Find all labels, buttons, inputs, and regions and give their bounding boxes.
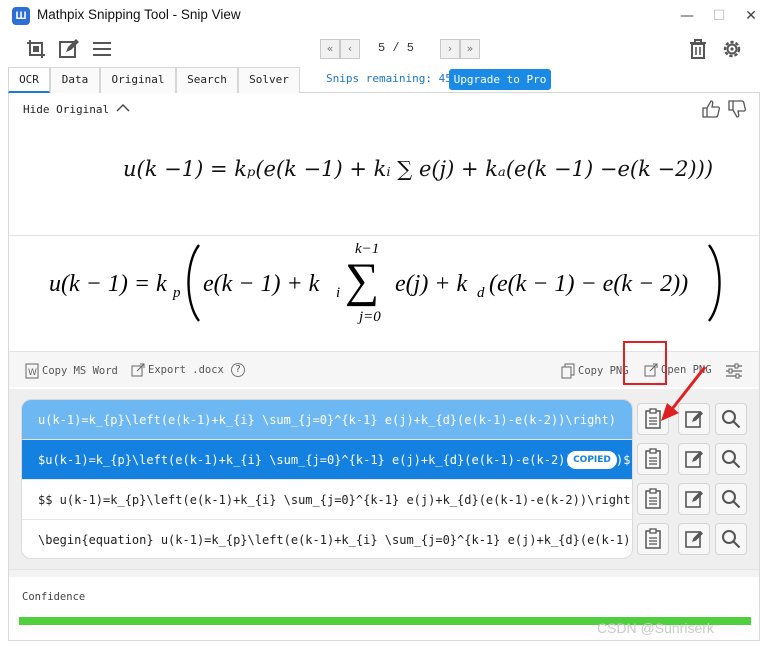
tab-ocr[interactable]: OCR bbox=[8, 67, 50, 93]
formula-inner1: e(k − 1) + k bbox=[203, 271, 320, 297]
watermark: CSDN @Sunriserk bbox=[597, 620, 714, 636]
copy-ms-word-button[interactable]: W Copy MS Word bbox=[25, 363, 118, 379]
search-button[interactable] bbox=[715, 523, 747, 555]
search-icon bbox=[722, 530, 741, 549]
help-icon[interactable]: ? bbox=[231, 363, 245, 377]
edit-result-button[interactable] bbox=[678, 483, 710, 515]
toolbar: « ‹ 5 / 5 › » bbox=[0, 32, 768, 66]
maximize-button[interactable]: ☐ bbox=[704, 4, 734, 28]
result-row-display-math[interactable]: $$ u(k-1)=k_{p}\left(e(k-1)+k_{i} \sum_{… bbox=[22, 480, 632, 520]
result-text: $u(k-1)=k_{p}\left(e(k-1)+k_{i} \sum_{j=… bbox=[38, 453, 631, 467]
sum-symbol: ∑ bbox=[345, 254, 380, 307]
export-docx-button[interactable]: Export .docx bbox=[131, 363, 224, 377]
formula-lhs: u(k − 1) = k bbox=[49, 271, 167, 297]
export-docx-label: Export .docx bbox=[148, 364, 224, 376]
tab-data[interactable]: Data bbox=[50, 67, 100, 93]
clipboard-icon bbox=[645, 448, 661, 469]
edit-icon bbox=[685, 491, 703, 508]
new-snip-icon[interactable] bbox=[24, 37, 48, 61]
copy-ms-word-label: Copy MS Word bbox=[42, 365, 118, 377]
copy-png-button[interactable]: Copy PNG bbox=[561, 363, 629, 379]
formula-inner3: (e(k − 1) − e(k − 2)) bbox=[489, 271, 689, 297]
tab-solver[interactable]: Solver bbox=[238, 67, 300, 93]
svg-text:W: W bbox=[28, 368, 37, 378]
formula-kp-sub: p bbox=[173, 285, 181, 301]
edit-icon bbox=[685, 531, 703, 548]
edit-result-button[interactable] bbox=[678, 443, 710, 475]
annotation-arrow bbox=[661, 366, 707, 421]
formula-inner2: e(j) + k bbox=[395, 271, 468, 297]
formula-ki-sub: i bbox=[336, 285, 341, 301]
snip-pager: 5 / 5 bbox=[378, 41, 415, 55]
settings-icon[interactable] bbox=[720, 37, 744, 61]
thumbs-up-icon[interactable] bbox=[701, 99, 723, 121]
window-title: Mathpix Snipping Tool - Snip View bbox=[37, 7, 241, 22]
menu-icon[interactable] bbox=[90, 37, 114, 61]
title-bar: Ш Mathpix Snipping Tool - Snip View — ☐ … bbox=[0, 0, 768, 32]
search-button[interactable] bbox=[715, 443, 747, 475]
edit-icon[interactable] bbox=[57, 37, 81, 61]
search-icon bbox=[722, 490, 741, 509]
trash-icon[interactable] bbox=[686, 37, 710, 61]
formula-kd-sub: d bbox=[477, 285, 485, 301]
clipboard-icon bbox=[645, 488, 661, 509]
sum-lower-limit: j=0 bbox=[359, 309, 381, 325]
tab-bar: OCR Data Original Search Solver Snips re… bbox=[8, 67, 760, 93]
result-list: u(k-1)=k_{p}\left(e(k-1)+k_{i} \sum_{j=0… bbox=[21, 399, 633, 559]
chevron-up-icon bbox=[116, 104, 130, 112]
upgrade-button[interactable]: Upgrade to Pro bbox=[449, 69, 551, 90]
original-snip-image: u(k −1) = kₚ(e(k −1) + kᵢ ∑ e(j) + kₐ(e(… bbox=[123, 157, 714, 181]
search-icon bbox=[722, 410, 741, 429]
minimize-button[interactable]: — bbox=[672, 4, 702, 28]
divider bbox=[9, 569, 759, 577]
rendered-formula: u(k − 1) = k p e(k − 1) + k i k−1 ∑ j=0 … bbox=[49, 241, 749, 331]
app-logo-icon: Ш bbox=[12, 7, 30, 25]
first-snip-button[interactable]: « bbox=[320, 39, 340, 59]
edit-result-button[interactable] bbox=[678, 523, 710, 555]
hide-original-toggle[interactable]: Hide Original bbox=[23, 103, 130, 116]
results-area: u(k-1)=k_{p}\left(e(k-1)+k_{i} \sum_{j=0… bbox=[9, 389, 759, 569]
left-paren bbox=[187, 244, 200, 322]
copied-badge: COPIED bbox=[567, 451, 617, 469]
search-button[interactable] bbox=[715, 403, 747, 435]
tab-search[interactable]: Search bbox=[176, 67, 238, 93]
copy-icon bbox=[561, 363, 575, 379]
search-icon bbox=[722, 450, 741, 469]
hide-original-label: Hide Original bbox=[23, 103, 110, 116]
confidence-label: Confidence bbox=[22, 591, 86, 603]
result-row-equation[interactable]: \begin{equation} u(k-1)=k_{p}\left(e(k-1… bbox=[22, 520, 632, 558]
copy-button[interactable] bbox=[637, 443, 669, 475]
sliders-icon[interactable] bbox=[725, 363, 743, 379]
tab-original[interactable]: Original bbox=[100, 67, 176, 93]
right-paren bbox=[708, 244, 721, 322]
copy-button[interactable] bbox=[637, 523, 669, 555]
edit-icon bbox=[685, 451, 703, 468]
thumbs-down-icon[interactable] bbox=[727, 99, 749, 121]
copy-png-label: Copy PNG bbox=[578, 365, 629, 377]
previous-snip-button[interactable]: ‹ bbox=[340, 39, 360, 59]
result-row-latex[interactable]: u(k-1)=k_{p}\left(e(k-1)+k_{i} \sum_{j=0… bbox=[22, 400, 632, 440]
app-window: Ш Mathpix Snipping Tool - Snip View — ☐ … bbox=[0, 0, 768, 646]
export-icon bbox=[131, 363, 145, 377]
snips-remaining: Snips remaining: 45 bbox=[326, 72, 452, 85]
close-button[interactable]: ✕ bbox=[736, 4, 766, 28]
word-icon: W bbox=[25, 363, 39, 379]
search-button[interactable] bbox=[715, 483, 747, 515]
clipboard-icon bbox=[645, 528, 661, 549]
result-row-inline-math[interactable]: $u(k-1)=k_{p}\left(e(k-1)+k_{i} \sum_{j=… bbox=[22, 440, 632, 480]
next-snip-button[interactable]: › bbox=[440, 39, 460, 59]
copy-button[interactable] bbox=[637, 483, 669, 515]
last-snip-button[interactable]: » bbox=[460, 39, 480, 59]
divider bbox=[9, 235, 759, 236]
